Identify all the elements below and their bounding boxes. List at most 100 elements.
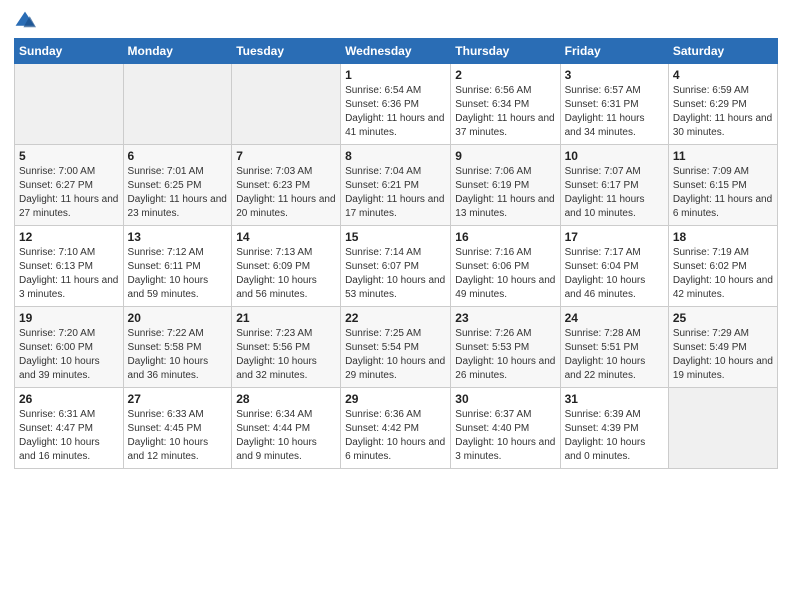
day-info: Sunrise: 7:04 AM Sunset: 6:21 PM Dayligh… (345, 165, 446, 221)
day-info: Sunrise: 7:01 AM Sunset: 6:25 PM Dayligh… (128, 165, 228, 221)
day-info: Sunrise: 7:10 AM Sunset: 6:13 PM Dayligh… (19, 246, 119, 302)
day-number: 4 (673, 68, 773, 82)
day-number: 16 (455, 230, 555, 244)
day-number: 24 (565, 311, 664, 325)
day-number: 22 (345, 311, 446, 325)
day-number: 17 (565, 230, 664, 244)
day-info: Sunrise: 7:17 AM Sunset: 6:04 PM Dayligh… (565, 246, 664, 302)
day-info: Sunrise: 6:39 AM Sunset: 4:39 PM Dayligh… (565, 408, 664, 464)
day-cell: 24 Sunrise: 7:28 AM Sunset: 5:51 PM Dayli… (560, 307, 668, 388)
day-cell: 22 Sunrise: 7:25 AM Sunset: 5:54 PM Dayli… (341, 307, 451, 388)
day-info: Sunrise: 6:59 AM Sunset: 6:29 PM Dayligh… (673, 84, 773, 140)
day-info: Sunrise: 7:09 AM Sunset: 6:15 PM Dayligh… (673, 165, 773, 221)
col-header-tuesday: Tuesday (232, 39, 341, 64)
day-number: 3 (565, 68, 664, 82)
day-cell: 27 Sunrise: 6:33 AM Sunset: 4:45 PM Dayli… (123, 388, 232, 469)
day-cell: 13 Sunrise: 7:12 AM Sunset: 6:11 PM Dayli… (123, 226, 232, 307)
day-info: Sunrise: 6:34 AM Sunset: 4:44 PM Dayligh… (236, 408, 336, 464)
day-cell: 21 Sunrise: 7:23 AM Sunset: 5:56 PM Dayli… (232, 307, 341, 388)
day-number: 26 (19, 392, 119, 406)
page: SundayMondayTuesdayWednesdayThursdayFrid… (0, 0, 792, 612)
day-number: 28 (236, 392, 336, 406)
day-cell: 7 Sunrise: 7:03 AM Sunset: 6:23 PM Daylig… (232, 145, 341, 226)
day-info: Sunrise: 7:14 AM Sunset: 6:07 PM Dayligh… (345, 246, 446, 302)
col-header-monday: Monday (123, 39, 232, 64)
day-info: Sunrise: 7:22 AM Sunset: 5:58 PM Dayligh… (128, 327, 228, 383)
day-number: 29 (345, 392, 446, 406)
day-cell: 14 Sunrise: 7:13 AM Sunset: 6:09 PM Dayli… (232, 226, 341, 307)
day-cell: 31 Sunrise: 6:39 AM Sunset: 4:39 PM Dayli… (560, 388, 668, 469)
day-cell (15, 64, 124, 145)
day-number: 7 (236, 149, 336, 163)
day-number: 25 (673, 311, 773, 325)
day-info: Sunrise: 7:29 AM Sunset: 5:49 PM Dayligh… (673, 327, 773, 383)
day-cell: 26 Sunrise: 6:31 AM Sunset: 4:47 PM Dayli… (15, 388, 124, 469)
day-number: 5 (19, 149, 119, 163)
day-number: 31 (565, 392, 664, 406)
day-cell: 23 Sunrise: 7:26 AM Sunset: 5:53 PM Dayli… (451, 307, 560, 388)
col-header-friday: Friday (560, 39, 668, 64)
day-info: Sunrise: 7:07 AM Sunset: 6:17 PM Dayligh… (565, 165, 664, 221)
day-cell: 16 Sunrise: 7:16 AM Sunset: 6:06 PM Dayli… (451, 226, 560, 307)
day-info: Sunrise: 6:37 AM Sunset: 4:40 PM Dayligh… (455, 408, 555, 464)
day-info: Sunrise: 7:20 AM Sunset: 6:00 PM Dayligh… (19, 327, 119, 383)
day-cell: 6 Sunrise: 7:01 AM Sunset: 6:25 PM Daylig… (123, 145, 232, 226)
day-info: Sunrise: 7:25 AM Sunset: 5:54 PM Dayligh… (345, 327, 446, 383)
col-header-thursday: Thursday (451, 39, 560, 64)
header (14, 10, 778, 32)
day-number: 18 (673, 230, 773, 244)
day-number: 1 (345, 68, 446, 82)
day-cell: 4 Sunrise: 6:59 AM Sunset: 6:29 PM Daylig… (668, 64, 777, 145)
day-info: Sunrise: 7:00 AM Sunset: 6:27 PM Dayligh… (19, 165, 119, 221)
day-number: 21 (236, 311, 336, 325)
day-number: 9 (455, 149, 555, 163)
day-cell: 5 Sunrise: 7:00 AM Sunset: 6:27 PM Daylig… (15, 145, 124, 226)
day-info: Sunrise: 6:36 AM Sunset: 4:42 PM Dayligh… (345, 408, 446, 464)
logo-icon (14, 10, 36, 32)
day-cell: 18 Sunrise: 7:19 AM Sunset: 6:02 PM Dayli… (668, 226, 777, 307)
day-number: 20 (128, 311, 228, 325)
day-cell: 20 Sunrise: 7:22 AM Sunset: 5:58 PM Dayli… (123, 307, 232, 388)
day-info: Sunrise: 7:13 AM Sunset: 6:09 PM Dayligh… (236, 246, 336, 302)
week-row-1: 1Sunrise: 6:54 AM Sunset: 6:36 PM Daylig… (15, 64, 778, 145)
header-row: SundayMondayTuesdayWednesdayThursdayFrid… (15, 39, 778, 64)
week-row-4: 19Sunrise: 7:20 AM Sunset: 6:00 PM Dayli… (15, 307, 778, 388)
day-info: Sunrise: 7:23 AM Sunset: 5:56 PM Dayligh… (236, 327, 336, 383)
day-info: Sunrise: 6:31 AM Sunset: 4:47 PM Dayligh… (19, 408, 119, 464)
day-cell: 19Sunrise: 7:20 AM Sunset: 6:00 PM Dayli… (15, 307, 124, 388)
day-number: 10 (565, 149, 664, 163)
day-number: 12 (19, 230, 119, 244)
day-info: Sunrise: 7:26 AM Sunset: 5:53 PM Dayligh… (455, 327, 555, 383)
day-number: 13 (128, 230, 228, 244)
week-row-2: 5 Sunrise: 7:00 AM Sunset: 6:27 PM Daylig… (15, 145, 778, 226)
day-number: 27 (128, 392, 228, 406)
day-number: 6 (128, 149, 228, 163)
calendar: SundayMondayTuesdayWednesdayThursdayFrid… (14, 38, 778, 469)
day-cell: 8 Sunrise: 7:04 AM Sunset: 6:21 PM Daylig… (341, 145, 451, 226)
day-cell: 29 Sunrise: 6:36 AM Sunset: 4:42 PM Dayli… (341, 388, 451, 469)
day-cell: 25 Sunrise: 7:29 AM Sunset: 5:49 PM Dayli… (668, 307, 777, 388)
day-number: 8 (345, 149, 446, 163)
day-cell: 1Sunrise: 6:54 AM Sunset: 6:36 PM Daylig… (341, 64, 451, 145)
day-info: Sunrise: 7:12 AM Sunset: 6:11 PM Dayligh… (128, 246, 228, 302)
day-cell: 11Sunrise: 7:09 AM Sunset: 6:15 PM Dayli… (668, 145, 777, 226)
day-cell (232, 64, 341, 145)
day-number: 2 (455, 68, 555, 82)
day-info: Sunrise: 7:28 AM Sunset: 5:51 PM Dayligh… (565, 327, 664, 383)
day-info: Sunrise: 6:33 AM Sunset: 4:45 PM Dayligh… (128, 408, 228, 464)
day-number: 15 (345, 230, 446, 244)
day-info: Sunrise: 7:19 AM Sunset: 6:02 PM Dayligh… (673, 246, 773, 302)
day-info: Sunrise: 7:06 AM Sunset: 6:19 PM Dayligh… (455, 165, 555, 221)
day-number: 30 (455, 392, 555, 406)
day-number: 23 (455, 311, 555, 325)
day-info: Sunrise: 7:03 AM Sunset: 6:23 PM Dayligh… (236, 165, 336, 221)
day-info: Sunrise: 6:56 AM Sunset: 6:34 PM Dayligh… (455, 84, 555, 140)
day-cell (123, 64, 232, 145)
day-cell: 9 Sunrise: 7:06 AM Sunset: 6:19 PM Daylig… (451, 145, 560, 226)
day-cell: 2 Sunrise: 6:56 AM Sunset: 6:34 PM Daylig… (451, 64, 560, 145)
day-cell: 28 Sunrise: 6:34 AM Sunset: 4:44 PM Dayli… (232, 388, 341, 469)
logo (14, 10, 40, 32)
day-number: 14 (236, 230, 336, 244)
day-cell: 10 Sunrise: 7:07 AM Sunset: 6:17 PM Dayli… (560, 145, 668, 226)
day-info: Sunrise: 7:16 AM Sunset: 6:06 PM Dayligh… (455, 246, 555, 302)
